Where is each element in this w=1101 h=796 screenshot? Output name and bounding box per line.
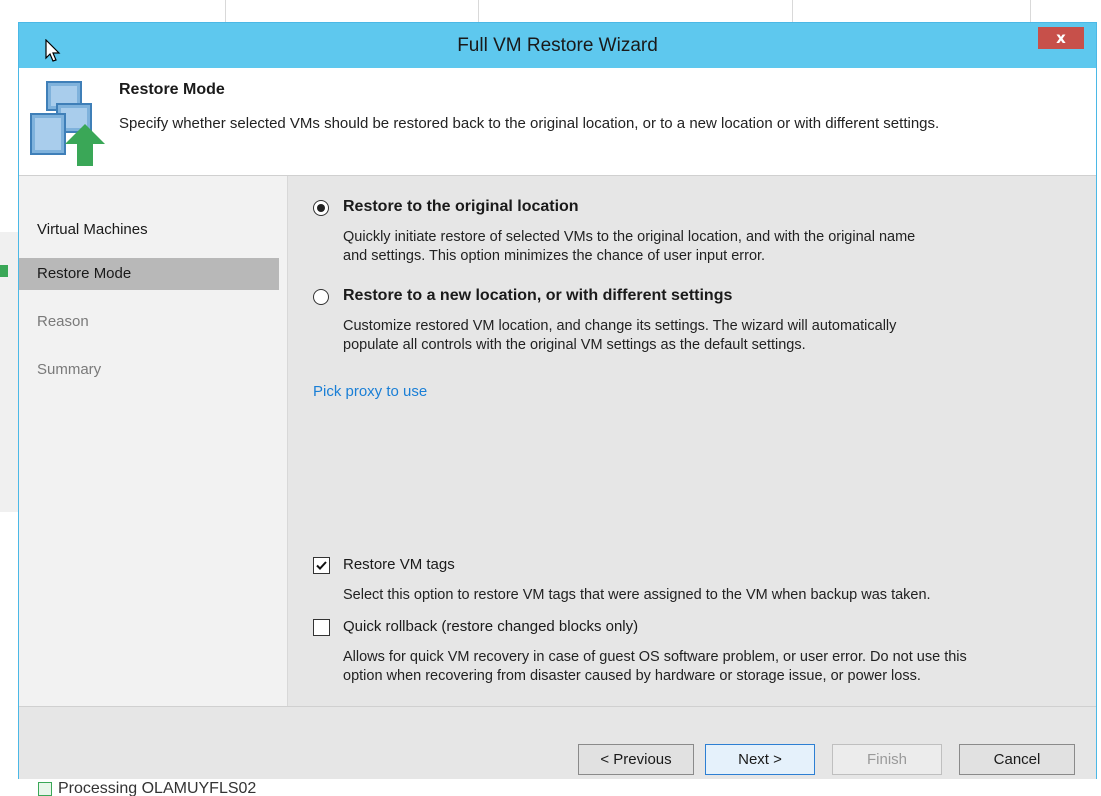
sidebar-item-virtual-machines[interactable]: Virtual Machines [19,214,279,246]
background-status-indicator [0,265,8,277]
background-status-text: Processing OLAMUYFLS02 [58,780,257,796]
checkmark-icon [316,561,327,570]
sidebar-item-reason: Reason [37,313,89,330]
sidebar-item-summary: Summary [37,361,102,378]
radio-selected-dot [317,204,325,212]
option-new-location-desc-2: populate all controls with the original … [343,337,806,353]
wizard-dialog: Full VM Restore Wizard x Restore Mode Sp… [18,22,1097,779]
cancel-button[interactable]: Cancel [959,744,1075,775]
quick-rollback-desc-2: option when recovering from disaster cau… [343,668,921,684]
background-status-row: Processing OLAMUYFLS02 [18,778,1101,796]
restore-vm-tags-desc: Select this option to restore VM tags th… [343,587,931,603]
option-new-location-label[interactable]: Restore to a new location, or with diffe… [343,287,732,305]
title-bar[interactable]: Full VM Restore Wizard x [19,23,1096,68]
restore-vm-icon [30,81,105,166]
pick-proxy-link[interactable]: Pick proxy to use [313,383,427,400]
checkbox-restore-vm-tags[interactable] [313,557,330,574]
radio-new-location[interactable] [313,289,329,305]
wizard-content: Restore to the original location Quickly… [288,176,1096,706]
play-icon [38,782,52,796]
radio-original-location[interactable] [313,200,329,216]
finish-button[interactable]: Finish [832,744,942,775]
wizard-header: Restore Mode Specify whether selected VM… [19,68,1096,176]
quick-rollback-desc-1: Allows for quick VM recovery in case of … [343,649,967,665]
background-column-lines [0,0,1101,22]
restore-vm-tags-label[interactable]: Restore VM tags [343,556,455,573]
sidebar-item-restore-mode[interactable]: Restore Mode [19,258,279,290]
option-original-location-desc-1: Quickly initiate restore of selected VMs… [343,229,916,245]
option-new-location-desc-1: Customize restored VM location, and chan… [343,318,897,334]
wizard-steps-sidebar: Virtual Machines Restore Mode Reason Sum… [19,176,288,706]
option-original-location-desc-2: and settings. This option minimizes the … [343,248,766,264]
quick-rollback-label[interactable]: Quick rollback (restore changed blocks o… [343,618,638,635]
step-title: Restore Mode [119,81,225,98]
previous-button[interactable]: < Previous [578,744,694,775]
checkbox-quick-rollback[interactable] [313,619,330,636]
step-description: Specify whether selected VMs should be r… [119,115,940,132]
close-button[interactable]: x [1038,27,1084,49]
next-button[interactable]: Next > [705,744,815,775]
option-original-location-label[interactable]: Restore to the original location [343,198,579,216]
wizard-footer: < Previous Next > Finish Cancel [19,706,1096,779]
window-title: Full VM Restore Wizard [457,35,658,56]
